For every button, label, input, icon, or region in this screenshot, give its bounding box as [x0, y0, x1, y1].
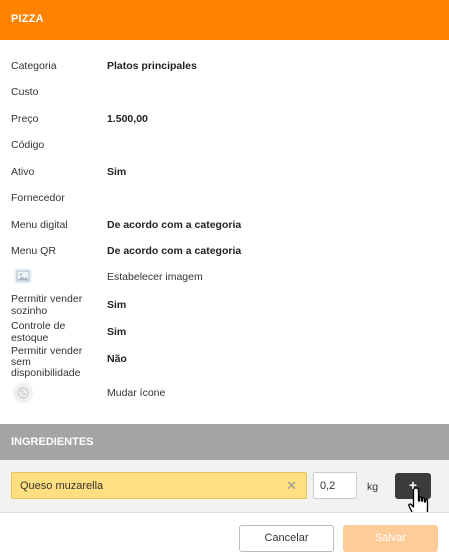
ingredients-section-header: INGREDIENTES: [0, 424, 449, 460]
field-value: 1.500,00: [107, 113, 148, 125]
field-value: Sim: [107, 326, 127, 338]
field-label: Preço: [11, 113, 39, 125]
field-label: Custo: [11, 86, 39, 98]
ingredient-input-value: Queso muzarella: [20, 480, 104, 492]
field-value: Platos principales: [107, 60, 197, 72]
dialog-footer: Cancelar Salvar: [0, 512, 449, 560]
pizza-icon[interactable]: [13, 383, 33, 403]
field-label: disponibilidade: [11, 367, 81, 379]
field-value: Sim: [107, 299, 127, 311]
field-value: Sim: [107, 166, 127, 178]
quantity-value: 0,2: [320, 480, 336, 492]
field-value: De acordo com a categoria: [107, 219, 242, 231]
field-label: Menu QR: [11, 245, 56, 257]
ingredient-input[interactable]: Queso muzarella ✕: [11, 472, 307, 499]
close-icon[interactable]: ✕: [286, 478, 297, 494]
product-form: Categoria Platos principales Custo Preço…: [0, 40, 449, 424]
field-label: Fornecedor: [11, 192, 65, 204]
field-label: Permitir vender: [11, 293, 83, 305]
set-image-link[interactable]: Estabelecer imagem: [107, 271, 203, 283]
field-label: sozinho: [11, 305, 48, 317]
cancel-button[interactable]: Cancelar: [239, 525, 334, 552]
unit-label: kg: [367, 481, 379, 493]
change-icon-link[interactable]: Mudar ícone: [107, 387, 165, 399]
image-icon[interactable]: [14, 268, 32, 284]
ingredient-row: Queso muzarella ✕ 0,2 kg +: [0, 460, 449, 512]
field-label: Categoria: [11, 60, 57, 72]
field-label: Menu digital: [11, 219, 68, 231]
field-value: De acordo com a categoria: [107, 245, 242, 257]
field-label: Código: [11, 139, 45, 151]
section-title: INGREDIENTES: [11, 436, 94, 448]
save-button[interactable]: Salvar: [343, 525, 438, 552]
field-label: Controle de: [11, 320, 66, 332]
field-label: estoque: [11, 332, 49, 344]
dialog-header: PIZZA: [0, 0, 449, 40]
dialog-title: PIZZA: [11, 13, 44, 25]
field-value: Não: [107, 353, 127, 365]
field-label: Ativo: [11, 166, 35, 178]
quantity-input[interactable]: 0,2: [313, 472, 357, 499]
